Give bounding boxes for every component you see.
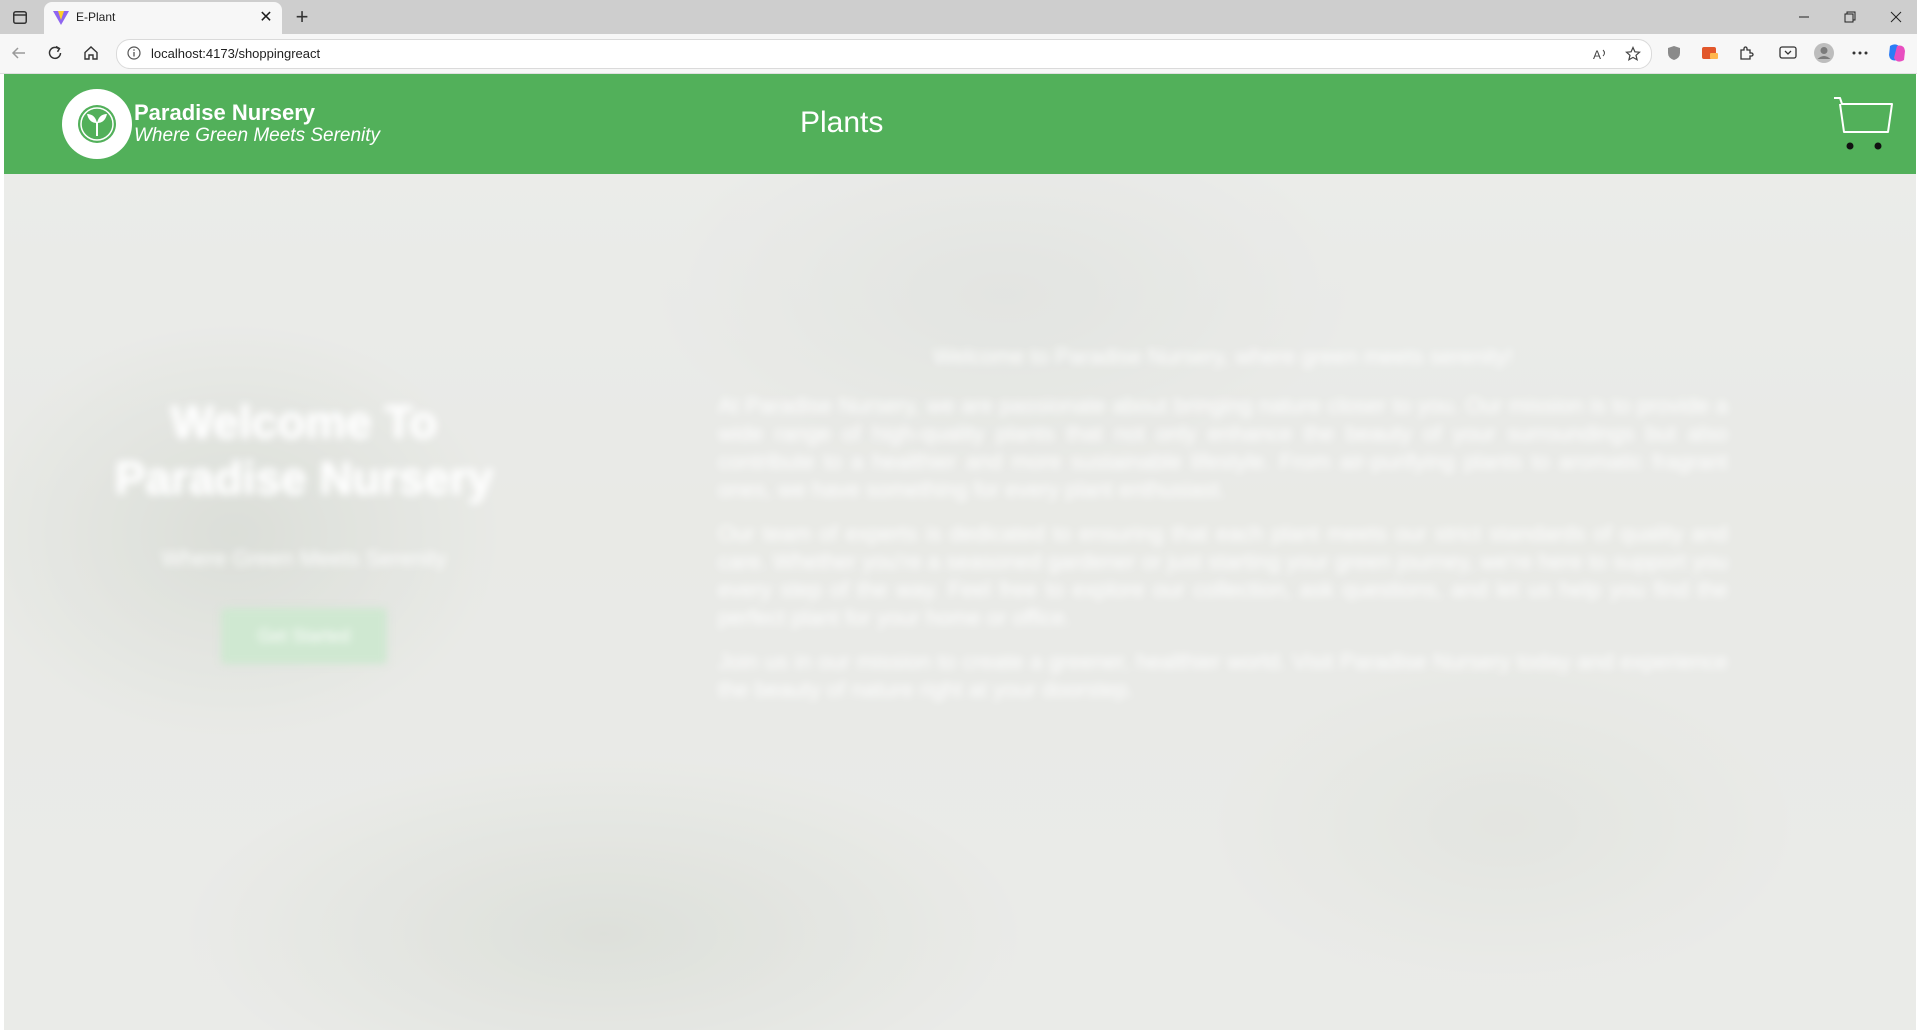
hero-title-line-2: Paradise Nursery xyxy=(114,452,494,504)
extension-badge-icon[interactable] xyxy=(1699,42,1721,64)
tab-close-icon[interactable]: ✕ xyxy=(258,10,274,26)
page-viewport: Welcome To Paradise Nursery Where Green … xyxy=(4,74,1916,1030)
tab-title: E-Plant xyxy=(76,10,116,24)
about-paragraph-1: At Paradise Nursery, we are passionate a… xyxy=(718,393,1728,502)
reload-icon[interactable] xyxy=(44,42,66,64)
new-tab-button[interactable]: + xyxy=(290,5,314,29)
profile-avatar-icon[interactable] xyxy=(1813,42,1835,64)
minimize-icon[interactable] xyxy=(1784,4,1824,30)
collections-icon[interactable] xyxy=(1777,42,1799,64)
about-section: Welcome to Paradise Nursery, where green… xyxy=(718,344,1728,720)
hero-left: Welcome To Paradise Nursery Where Green … xyxy=(64,394,544,664)
star-icon[interactable] xyxy=(1623,44,1643,64)
browser-tab-bar: E-Plant ✕ + xyxy=(0,0,1917,34)
read-aloud-icon[interactable]: A xyxy=(1591,44,1611,64)
hero-subtitle: Where Green Meets Serenity xyxy=(161,546,447,571)
browser-toolbar: localhost:4173/shoppingreact A xyxy=(0,34,1917,74)
browser-tab[interactable]: E-Plant ✕ xyxy=(44,2,282,34)
hero-title-line-1: Welcome To xyxy=(170,396,438,448)
url-text: localhost:4173/shoppingreact xyxy=(151,46,321,61)
about-paragraph-3: Join us in our mission to create a green… xyxy=(718,649,1728,702)
extensions-puzzle-icon[interactable] xyxy=(1735,42,1757,64)
vite-logo-icon xyxy=(53,11,69,25)
nav-link-plants[interactable]: Plants xyxy=(800,106,883,140)
svg-text:A: A xyxy=(1593,48,1601,61)
site-navbar: Paradise Nursery Where Green Meets Seren… xyxy=(4,74,1916,174)
about-paragraph-2: Our team of experts is dedicated to ensu… xyxy=(718,521,1728,630)
shopping-cart-icon[interactable] xyxy=(1832,96,1898,156)
address-bar[interactable]: localhost:4173/shoppingreact A xyxy=(116,39,1652,69)
more-options-icon[interactable] xyxy=(1849,42,1871,64)
back-arrow-icon[interactable] xyxy=(8,42,30,64)
brand-tagline: Where Green Meets Serenity xyxy=(134,125,381,146)
about-title: Welcome to Paradise Nursery, where green… xyxy=(933,344,1513,369)
logo[interactable] xyxy=(62,89,132,159)
close-window-icon[interactable] xyxy=(1876,4,1916,30)
shield-extension-icon[interactable] xyxy=(1663,42,1685,64)
brand-name[interactable]: Paradise Nursery xyxy=(134,100,315,126)
copilot-icon[interactable] xyxy=(1886,42,1908,64)
home-icon[interactable] xyxy=(80,42,102,64)
sprout-icon xyxy=(78,105,116,143)
info-icon[interactable] xyxy=(127,46,141,60)
get-started-button[interactable]: Get Started xyxy=(221,608,387,664)
restore-icon[interactable] xyxy=(1830,4,1870,30)
tab-actions-icon[interactable] xyxy=(8,6,32,28)
